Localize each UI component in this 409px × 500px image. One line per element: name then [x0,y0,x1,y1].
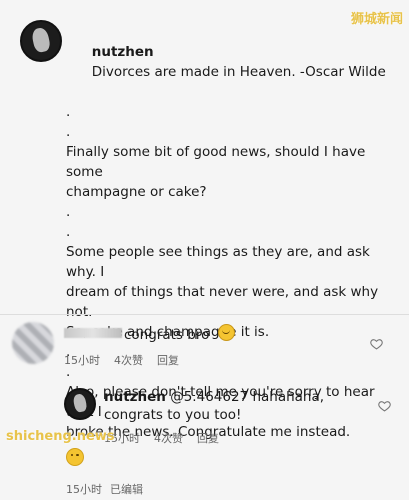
post-line-7: Some people see things as they are, and … [66,244,375,280]
post-line-3: Finally some bit of good news, should I … [66,144,370,180]
heart-icon[interactable] [370,338,383,350]
commenter-username-blur [64,328,122,338]
post-line-6: . [66,224,71,240]
comment-text: congrats bro [124,324,235,344]
post-username[interactable]: nutzhen [92,44,154,60]
post-edited: 已编辑 [110,483,143,496]
comment-meta: 15小时 4次赞 回复 [64,352,179,368]
comment-item: congrats bro 15小时 4次赞 回复 [12,322,401,370]
post-line-2: . [66,124,71,140]
reply-likes[interactable]: 4次赞 [154,430,183,446]
divider [0,314,409,315]
post-avatar[interactable] [20,20,62,62]
reply-meta: 15小时 4次赞 回复 [104,430,219,446]
post-line-4: champagne or cake? [66,184,207,200]
post-meta: 15小时 已编辑 [66,480,401,500]
smile-icon [217,324,235,341]
post-line-8: dream of things that never were, and ask… [66,284,383,320]
comment-time: 15小时 [64,354,100,367]
wink-emoji-icon [66,448,84,466]
reply-text: nutzhen @5.464627 hahahaha, congrats to … [104,389,325,423]
reply-avatar[interactable] [64,388,96,420]
post-line-5: . [66,204,71,220]
post-time: 15小时 [66,483,102,496]
commenter-avatar[interactable] [12,322,54,364]
post-line-0: nutzhen Divorces are made in Heaven. -Os… [91,44,386,80]
comment-reply-button[interactable]: 回复 [157,352,179,368]
reply-heart-icon[interactable] [378,400,391,412]
post-line-1: . [66,104,71,120]
comment-likes[interactable]: 4次赞 [114,352,143,368]
reply-button[interactable]: 回复 [197,430,219,446]
bottom-watermark: shicheng.news [6,429,115,444]
